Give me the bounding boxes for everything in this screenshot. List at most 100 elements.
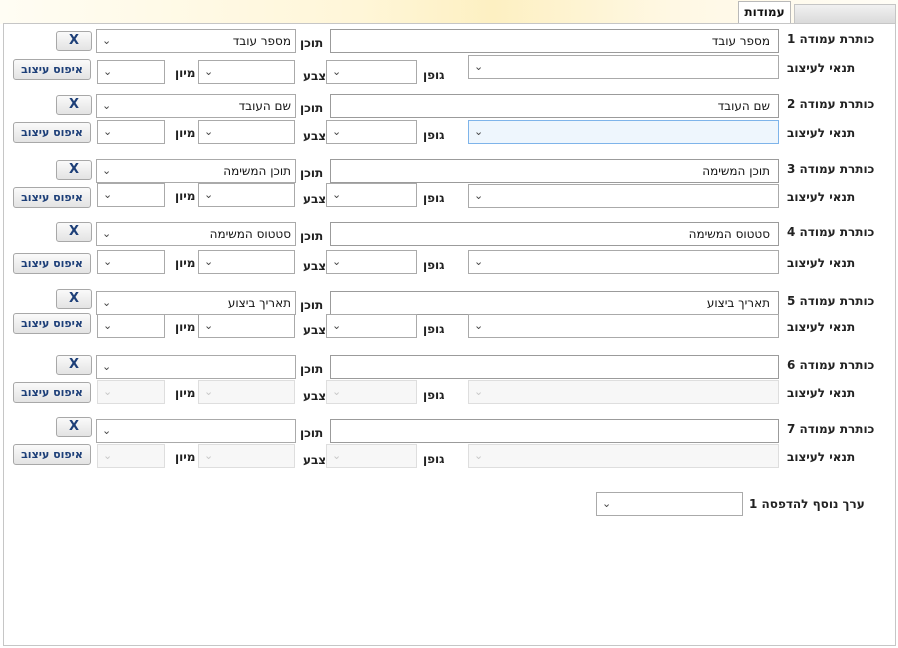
remove-column-button[interactable]: X — [56, 355, 92, 375]
content-select[interactable]: שם העובד ⌄ — [96, 94, 296, 118]
font-select[interactable]: ⌄ — [326, 120, 417, 144]
column-title-input[interactable]: תאריך ביצוע — [330, 291, 779, 315]
chevron-down-icon: ⌄ — [103, 65, 113, 78]
font-select[interactable]: ⌄ — [326, 183, 417, 207]
sort-select[interactable]: ⌄ — [97, 380, 165, 404]
font-label: גופן — [423, 258, 445, 272]
chevron-down-icon: ⌄ — [102, 296, 112, 309]
sort-select[interactable]: ⌄ — [97, 250, 165, 274]
chevron-down-icon: ⌄ — [332, 319, 342, 332]
remove-column-button[interactable]: X — [56, 160, 92, 180]
content-label: תוכן — [300, 362, 324, 376]
color-label: צבע — [303, 69, 327, 83]
extra-print-label: ערך נוסף להדפסה 1 — [749, 497, 865, 511]
condition-select[interactable]: ⌄ — [468, 380, 779, 404]
remove-column-button[interactable]: X — [56, 289, 92, 309]
chevron-down-icon: ⌄ — [204, 255, 214, 268]
color-select[interactable]: ⌄ — [198, 250, 295, 274]
font-select[interactable]: ⌄ — [326, 60, 417, 84]
color-label: צבע — [303, 192, 327, 206]
color-select[interactable]: ⌄ — [198, 314, 295, 338]
font-label: גופן — [423, 452, 445, 466]
condition-select[interactable]: ⌄ — [468, 184, 779, 208]
font-select[interactable]: ⌄ — [326, 444, 417, 468]
tab-columns[interactable]: עמודות — [738, 1, 791, 24]
column-header-label: כותרת עמודה 5 — [787, 294, 875, 308]
reset-format-button[interactable]: איפוס עיצוב — [13, 253, 91, 274]
condition-select[interactable]: ⌄ — [468, 120, 779, 144]
sort-label: מיון — [175, 126, 196, 140]
condition-select[interactable]: ⌄ — [468, 314, 779, 338]
column-title-input[interactable]: שם העובד — [330, 94, 779, 118]
column-header-label: כותרת עמודה 2 — [787, 97, 875, 111]
sort-select[interactable]: ⌄ — [97, 120, 165, 144]
condition-label: תנאי לעיצוב — [787, 256, 856, 270]
chevron-down-icon: ⌄ — [102, 34, 112, 47]
extra-print-select[interactable]: ⌄ — [596, 492, 743, 516]
reset-format-button[interactable]: איפוס עיצוב — [13, 382, 91, 403]
color-label: צבע — [303, 453, 327, 467]
column-title-input[interactable] — [330, 355, 779, 379]
condition-select[interactable]: ⌄ — [468, 55, 779, 79]
chevron-down-icon: ⌄ — [474, 385, 484, 398]
content-label: תוכן — [300, 166, 324, 180]
font-select[interactable]: ⌄ — [326, 314, 417, 338]
color-select[interactable]: ⌄ — [198, 60, 295, 84]
sort-select[interactable]: ⌄ — [97, 183, 165, 207]
chevron-down-icon: ⌄ — [332, 65, 342, 78]
remove-column-button[interactable]: X — [56, 417, 92, 437]
content-select[interactable]: מספר עובד ⌄ — [96, 29, 296, 53]
chevron-down-icon: ⌄ — [103, 255, 113, 268]
sort-select[interactable]: ⌄ — [97, 314, 165, 338]
content-label: תוכן — [300, 298, 324, 312]
sort-select[interactable]: ⌄ — [97, 444, 165, 468]
reset-format-button[interactable]: איפוס עיצוב — [13, 313, 91, 334]
condition-select[interactable]: ⌄ — [468, 444, 779, 468]
column-title-input[interactable]: מספר עובד — [330, 29, 779, 53]
column-title-input[interactable]: סטטוס המשימה — [330, 222, 779, 246]
sort-select[interactable]: ⌄ — [97, 60, 165, 84]
column-title-input[interactable]: תוכן המשימה — [330, 159, 779, 183]
column-header-label: כותרת עמודה 6 — [787, 358, 875, 372]
chevron-down-icon: ⌄ — [102, 99, 112, 112]
color-label: צבע — [303, 389, 327, 403]
chevron-down-icon: ⌄ — [103, 125, 113, 138]
content-select[interactable]: תוכן המשימה ⌄ — [96, 159, 296, 183]
reset-format-button[interactable]: איפוס עיצוב — [13, 444, 91, 465]
font-select[interactable]: ⌄ — [326, 250, 417, 274]
font-label: גופן — [423, 322, 445, 336]
chevron-down-icon: ⌄ — [102, 164, 112, 177]
color-label: צבע — [303, 323, 327, 337]
chevron-down-icon: ⌄ — [474, 189, 484, 202]
chevron-down-icon: ⌄ — [103, 449, 113, 462]
chevron-down-icon: ⌄ — [474, 255, 484, 268]
color-select[interactable]: ⌄ — [198, 120, 295, 144]
remove-column-button[interactable]: X — [56, 95, 92, 115]
reset-format-button[interactable]: איפוס עיצוב — [13, 122, 91, 143]
color-select[interactable]: ⌄ — [198, 183, 295, 207]
condition-select[interactable]: ⌄ — [468, 250, 779, 274]
chevron-down-icon: ⌄ — [602, 497, 612, 510]
column-title-input[interactable] — [330, 419, 779, 443]
font-select[interactable]: ⌄ — [326, 380, 417, 404]
tab-inactive[interactable] — [794, 4, 896, 24]
chevron-down-icon: ⌄ — [204, 188, 214, 201]
chevron-down-icon: ⌄ — [332, 125, 342, 138]
color-select[interactable]: ⌄ — [198, 380, 295, 404]
color-select[interactable]: ⌄ — [198, 444, 295, 468]
reset-format-button[interactable]: איפוס עיצוב — [13, 187, 91, 208]
reset-format-button[interactable]: איפוס עיצוב — [13, 59, 91, 80]
chevron-down-icon: ⌄ — [204, 449, 214, 462]
content-select[interactable]: ⌄ — [96, 419, 296, 443]
condition-label: תנאי לעיצוב — [787, 190, 856, 204]
content-label: תוכן — [300, 36, 324, 50]
remove-column-button[interactable]: X — [56, 222, 92, 242]
sort-label: מיון — [175, 66, 196, 80]
color-label: צבע — [303, 129, 327, 143]
chevron-down-icon: ⌄ — [332, 449, 342, 462]
content-select[interactable]: סטטוס המשימה ⌄ — [96, 222, 296, 246]
content-select[interactable]: תאריך ביצוע ⌄ — [96, 291, 296, 315]
remove-column-button[interactable]: X — [56, 31, 92, 51]
content-select[interactable]: ⌄ — [96, 355, 296, 379]
condition-label: תנאי לעיצוב — [787, 320, 856, 334]
